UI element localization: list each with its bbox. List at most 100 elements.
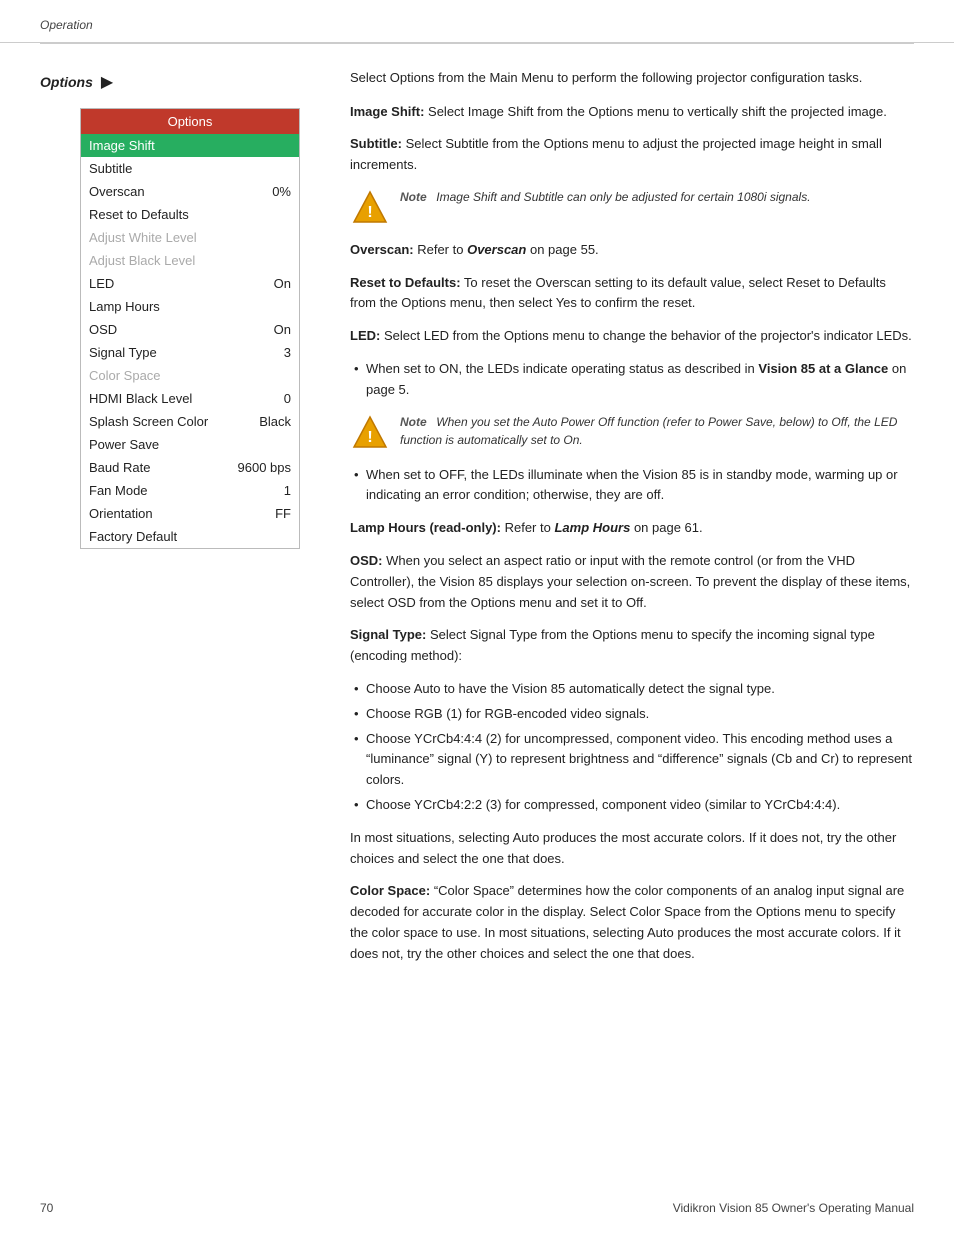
menu-item[interactable]: Power Save (81, 433, 299, 456)
note-icon-1: ! (350, 188, 390, 228)
color-para: Color Space: “Color Space” determines ho… (350, 881, 914, 964)
menu-item-value: On (274, 322, 291, 337)
osd-text: When you select an aspect ratio or input… (350, 553, 910, 610)
overscan-page: on page 55. (530, 242, 599, 257)
left-column: Options ▶ Options Image ShiftSubtitleOve… (40, 68, 330, 977)
signal-title: Signal Type: (350, 627, 426, 642)
menu-item-label: LED (89, 276, 114, 291)
note2-text: When you set the Auto Power Off function… (400, 405, 897, 447)
reset-para: Reset to Defaults: To reset the Overscan… (350, 273, 914, 315)
menu-item-label: Power Save (89, 437, 159, 452)
led-para: LED: Select LED from the Options menu to… (350, 326, 914, 347)
arrow-icon: ▶ (101, 72, 113, 92)
page-number: 70 (40, 1201, 53, 1215)
led-bullet1-bold: Vision 85 at a Glance (758, 361, 888, 376)
menu-item-label: Fan Mode (89, 483, 148, 498)
menu-item[interactable]: LED On (81, 272, 299, 295)
menu-item[interactable]: Reset to Defaults (81, 203, 299, 226)
led-bullet-2: When set to OFF, the LEDs illuminate whe… (350, 465, 914, 507)
right-column: Select Options from the Main Menu to per… (330, 68, 914, 977)
menu-item-value: 0 (284, 391, 291, 406)
menu-item[interactable]: Splash Screen Color Black (81, 410, 299, 433)
note-icon-2: ! (350, 413, 390, 453)
menu-item-label: Lamp Hours (89, 299, 160, 314)
menu-item-label: Baud Rate (89, 460, 150, 475)
overscan-text: Refer to (417, 242, 463, 257)
led-bullet-list-2: When set to OFF, the LEDs illuminate whe… (350, 465, 914, 507)
color-title: Color Space: (350, 883, 430, 898)
menu-item-value: On (274, 276, 291, 291)
menu-item-label: Signal Type (89, 345, 157, 360)
signal-bullet-item: Choose YCrCb4:2:2 (3) for compressed, co… (350, 795, 914, 816)
options-label: Options (40, 74, 93, 90)
color-text: “Color Space” determines how the color c… (350, 883, 904, 960)
menu-item-label: Reset to Defaults (89, 207, 189, 222)
menu-item[interactable]: Adjust White Level (81, 226, 299, 249)
note-box-1: ! Note Image Shift and Subtitle can only… (350, 188, 914, 228)
menu-item[interactable]: HDMI Black Level 0 (81, 387, 299, 410)
menu-item-value: FF (275, 506, 291, 521)
menu-item-label: Factory Default (89, 529, 177, 544)
menu-item-label: HDMI Black Level (89, 391, 192, 406)
osd-title: OSD: (350, 553, 383, 568)
menu-item-label: Adjust White Level (89, 230, 197, 245)
menu-item-value: 3 (284, 345, 291, 360)
overscan-title: Overscan: (350, 242, 414, 257)
subtitle-title: Subtitle: (350, 136, 402, 151)
led-text: Select LED from the Options menu to chan… (384, 328, 912, 343)
svg-text:!: ! (367, 204, 372, 221)
lamp-link: Lamp Hours (554, 520, 630, 535)
menu-item[interactable]: Color Space (81, 364, 299, 387)
note1-text: Image Shift and Subtitle can only be adj… (436, 180, 810, 204)
menu-item-label: Splash Screen Color (89, 414, 208, 429)
image-shift-para: Image Shift: Select Image Shift from the… (350, 102, 914, 123)
image-shift-text: Select Image Shift from the Options menu… (428, 104, 887, 119)
svg-text:!: ! (367, 429, 372, 446)
menu-item-value: Black (259, 414, 291, 429)
menu-item[interactable]: Adjust Black Level (81, 249, 299, 272)
menu-item[interactable]: Image Shift (81, 134, 299, 157)
signal-bullet-item: Choose Auto to have the Vision 85 automa… (350, 679, 914, 700)
menu-item-value: 1 (284, 483, 291, 498)
signal-text: Select Signal Type from the Options menu… (350, 627, 875, 663)
section-intro: Select Options from the Main Menu to per… (350, 68, 914, 88)
menu-item[interactable]: OSDOn (81, 318, 299, 341)
signal-note: In most situations, selecting Auto produ… (350, 828, 914, 870)
overscan-link: Overscan (467, 242, 526, 257)
signal-para: Signal Type: Select Signal Type from the… (350, 625, 914, 667)
menu-item-label: Orientation (89, 506, 153, 521)
menu-item[interactable]: Subtitle (81, 157, 299, 180)
menu-title: Options (81, 109, 299, 134)
menu-item[interactable]: Signal Type 3 (81, 341, 299, 364)
reset-title: Reset to Defaults: (350, 275, 461, 290)
signal-bullet-list: Choose Auto to have the Vision 85 automa… (350, 679, 914, 816)
subtitle-text: Select Subtitle from the Options menu to… (350, 136, 882, 172)
led-title: LED: (350, 328, 380, 343)
note1-label: Note (400, 190, 427, 204)
page-header: Operation (0, 0, 954, 43)
image-shift-title: Image Shift: (350, 104, 424, 119)
menu-item[interactable]: Orientation FF (81, 502, 299, 525)
osd-para: OSD: When you select an aspect ratio or … (350, 551, 914, 613)
led-bullet-1: When set to ON, the LEDs indicate operat… (350, 359, 914, 401)
menu-item[interactable]: Overscan 0% (81, 180, 299, 203)
menu-item[interactable]: Factory Default (81, 525, 299, 548)
menu-item-value: 9600 bps (238, 460, 292, 475)
menu-item[interactable]: Fan Mode 1 (81, 479, 299, 502)
led-bullet-list: When set to ON, the LEDs indicate operat… (350, 359, 914, 401)
menu-item-label: Image Shift (89, 138, 155, 153)
menu-item-label: Overscan (89, 184, 145, 199)
menu-item-label: Adjust Black Level (89, 253, 195, 268)
menu-item-value: 0% (272, 184, 291, 199)
note-box-2: ! Note When you set the Auto Power Off f… (350, 413, 914, 453)
menu-item[interactable]: Lamp Hours (81, 295, 299, 318)
menu-item[interactable]: Baud Rate 9600 bps (81, 456, 299, 479)
lamp-text: Refer to (505, 520, 551, 535)
overscan-para: Overscan: Refer to Overscan on page 55. (350, 240, 914, 261)
subtitle-para: Subtitle: Select Subtitle from the Optio… (350, 134, 914, 176)
lamp-para: Lamp Hours (read-only): Refer to Lamp Ho… (350, 518, 914, 539)
led-bullet1-text: When set to ON, the LEDs indicate operat… (366, 361, 755, 376)
signal-bullet-item: Choose RGB (1) for RGB-encoded video sig… (350, 704, 914, 725)
menu-item-label: Color Space (89, 368, 161, 383)
options-header-row: Options ▶ (40, 68, 310, 92)
